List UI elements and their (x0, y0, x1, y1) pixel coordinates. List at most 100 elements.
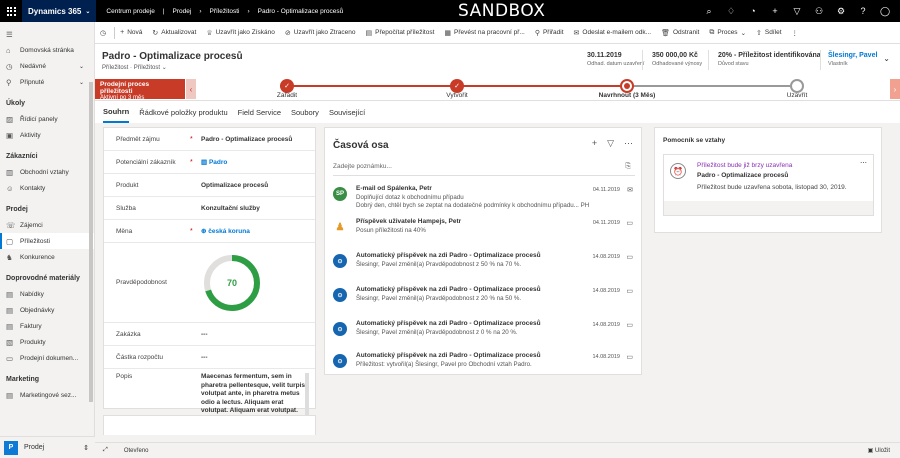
area-label: Prodej (24, 444, 45, 451)
sidebar-collapse-button[interactable]: ☰ (0, 26, 94, 42)
delete-button[interactable]: 🗑 Odstranit (656, 22, 704, 44)
breadcrumb-item[interactable]: Příležitosti (210, 8, 240, 15)
timeline-item[interactable]: ⊙ Automatický příspěvek na zdi Padro - O… (333, 352, 635, 369)
breadcrumb-item[interactable]: Prodej (173, 8, 192, 15)
post-icon: ▭ (626, 220, 633, 227)
close-as-lost-button[interactable]: ⊘ Uzavřít jako Ztraceno (280, 22, 361, 44)
app-name[interactable]: Dynamics 365 ⌄ (22, 0, 97, 22)
share-button[interactable]: ⇧ Sdílet (751, 22, 787, 44)
stage-node-close[interactable] (790, 79, 804, 93)
process-button[interactable]: ⧉ Proces ⌄ (704, 22, 751, 44)
recalculate-button[interactable]: ▤ Přepočítat příležitost (361, 22, 440, 44)
stage-node-develop[interactable]: ✓ (450, 79, 464, 93)
owner-link[interactable]: Šlesingr, Pavel (828, 52, 877, 59)
currency-link[interactable]: ⊕ česká koruna (201, 227, 250, 235)
sidebar-item-orders[interactable]: ▤ Objednávky (0, 302, 94, 318)
process-stage-selector[interactable]: Prodejní proces příležitosti Aktivní po 3… (95, 79, 185, 101)
timeline-item[interactable]: ♟ Příspěvek uživatele Hampejs, Petr Posun… (333, 218, 635, 235)
timeline-item[interactable]: SP E-mail od Spálenka, Petr Doplňující do… (333, 185, 635, 210)
field-service: Služba Konzultační služby (104, 197, 315, 220)
person-avatar-icon: ♟ (333, 220, 347, 234)
process-next-button[interactable]: › (890, 79, 900, 99)
sidebar-item-home[interactable]: ⌂ Domovská stránka (0, 42, 94, 58)
more-commands-button[interactable]: ⋮ (787, 22, 804, 44)
sidebar-item-activities[interactable]: ▣ Aktivity (0, 127, 94, 143)
refresh-button[interactable]: ↻ Aktualizovat (147, 22, 201, 44)
probability-gauge[interactable]: 70 (201, 252, 263, 314)
process-prev-button[interactable]: ‹ (186, 79, 196, 99)
sidebar-item-accounts[interactable]: ▥ Obchodní vztahy (0, 164, 94, 180)
save-button[interactable]: ▣ Uložit (868, 447, 890, 454)
sidebar-item-contacts[interactable]: ☺ Kontakty (0, 180, 94, 196)
page-title: Padro - Optimalizace procesů (102, 51, 243, 62)
sidebar-item-opportunities[interactable]: ▢ Příležitosti (0, 233, 94, 249)
timeline-item[interactable]: ⊙ Automatický příspěvek na zdi Padro - O… (333, 252, 635, 269)
topic-value[interactable]: Padro - Optimalizace procesů (201, 136, 292, 143)
area-switcher[interactable]: P Prodej ⇕ (0, 436, 95, 458)
user-icon[interactable]: ◯ (874, 6, 896, 17)
stage-node-propose[interactable] (620, 79, 634, 93)
form-body: Předmět zájmu * Padro - Optimalizace proce… (95, 123, 900, 436)
new-button[interactable]: + Nová (115, 22, 147, 44)
sidebar-item-pinned[interactable]: ⚲ Připnuté ⌄ (0, 74, 94, 90)
deposit-value[interactable]: --- (201, 331, 208, 338)
customer-link[interactable]: ▥ Padro (201, 158, 227, 166)
tab-summary[interactable]: Souhrn (103, 101, 130, 123)
assign-icon: ⚲ (534, 29, 540, 37)
back-button[interactable]: ◷ (95, 22, 114, 44)
attachment-icon[interactable]: ⎘ (625, 163, 631, 171)
lightbulb-icon[interactable]: ♢ (720, 6, 742, 17)
sidebar-item-invoices[interactable]: ▤ Faktury (0, 318, 94, 334)
sidebar-item-products[interactable]: ▧ Produkty (0, 334, 94, 350)
tab-product-line-items[interactable]: Řádkové položky produktu (139, 101, 227, 123)
add-icon[interactable]: + (592, 138, 597, 149)
auto-post-avatar-icon: ⊙ (333, 354, 347, 368)
app-switcher[interactable]: Centrum prodeje (106, 8, 154, 15)
description-textarea[interactable]: Maecenas fermentum, sem in pharetra pell… (201, 373, 307, 421)
expand-icon[interactable]: ⤢ (103, 447, 108, 454)
marketing-icon: ▤ (6, 390, 14, 400)
timeline-item[interactable]: ⊙ Automatický příspěvek na zdi Padro - O… (333, 320, 635, 337)
tab-field-service[interactable]: Field Service (238, 101, 281, 123)
note-input[interactable]: Zadejte poznámku... (333, 160, 635, 176)
assistant-card-text: Příležitost bude uzavřena sobota, listop… (697, 184, 847, 191)
assistant-icon[interactable]: ◔ (742, 6, 764, 16)
tab-related[interactable]: Související (329, 101, 365, 123)
close-as-won-button[interactable]: ♕ Uzavřít jako Získáno (201, 22, 280, 44)
sidebar-item-competitors[interactable]: ♞ Konkurence (0, 249, 94, 265)
settings-icon[interactable]: ⚙ (830, 6, 852, 17)
expand-header-chevron-icon[interactable]: ⌄ (883, 54, 890, 63)
product-value[interactable]: Optimalizace procesů (201, 182, 268, 189)
sidebar-item-leads[interactable]: ☏ Zájemci (0, 217, 94, 233)
more-icon[interactable]: ⋯ (860, 159, 867, 167)
convert-to-workorder-button[interactable]: ▦ Převést na pracovní př... (439, 22, 529, 44)
form-selector[interactable]: Příležitost (134, 65, 160, 71)
help-icon[interactable]: ? (852, 6, 874, 16)
service-value[interactable]: Konzultační služby (201, 205, 260, 212)
timeline-item[interactable]: ⊙ Automatický příspěvek na zdi Padro - O… (333, 286, 635, 303)
add-icon[interactable]: + (764, 6, 786, 16)
home-icon: ⌂ (6, 45, 11, 55)
description-scrollbar[interactable] (305, 373, 309, 421)
budget-value[interactable]: --- (201, 354, 208, 361)
sidebar-item-dashboards[interactable]: ▨ Řídicí panely (0, 111, 94, 127)
filter-icon[interactable]: ▽ (786, 6, 808, 17)
header-field-status-reason: 20% - Příležitost identifikována Důvod st… (718, 52, 821, 67)
assign-button[interactable]: ⚲ Přiřadit (530, 22, 569, 44)
filter-icon[interactable]: ▽ (607, 138, 614, 149)
email-link-button[interactable]: ✉ Odeslat e-mailem odk... (569, 22, 657, 44)
sidebar-item-recent[interactable]: ◷ Nedávné ⌄ (0, 58, 94, 74)
tab-files[interactable]: Soubory (291, 101, 319, 123)
assistant-card[interactable]: ⏰ Příležitost bude již brzy uzavřena Pad… (663, 154, 874, 216)
document-icon: ▭ (6, 353, 14, 363)
sidebar-item-quotes[interactable]: ▤ Nabídky (0, 286, 94, 302)
more-icon[interactable]: ⋯ (624, 138, 633, 149)
stage-node-qualify[interactable]: ✓ (280, 79, 294, 93)
sidebar-item-sales-documents[interactable]: ▭ Prodejní dokumen... (0, 350, 94, 366)
sidebar-scrollbar[interactable] (89, 82, 93, 402)
sidebar-item-marketing-lists[interactable]: ▤ Marketingové sez... (0, 387, 94, 403)
sidebar-section-title: Marketing (6, 376, 40, 383)
app-launcher-icon[interactable] (0, 0, 22, 22)
search-icon[interactable]: ⌕ (698, 6, 720, 17)
people-icon[interactable]: ⚇ (808, 6, 830, 17)
